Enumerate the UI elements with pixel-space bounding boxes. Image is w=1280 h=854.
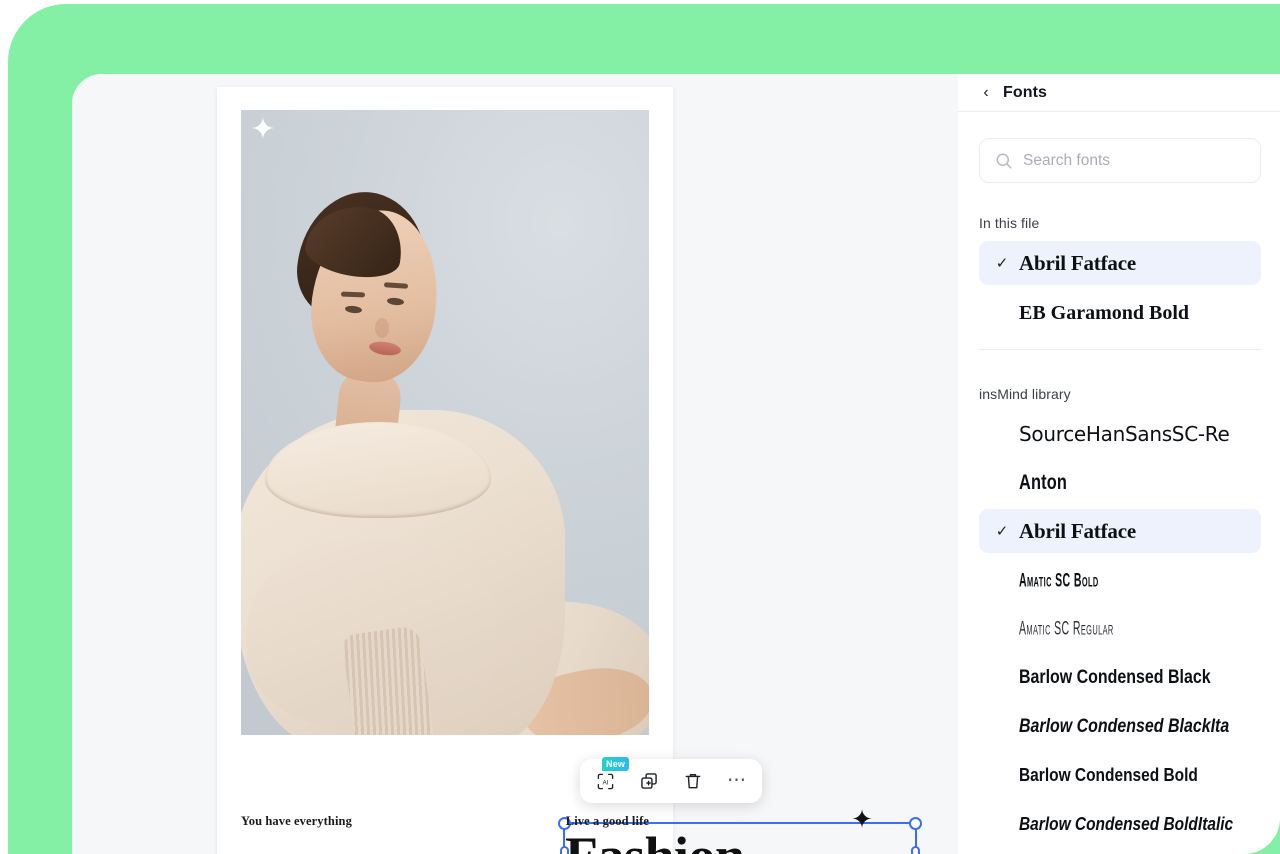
group-label-in-this-file: In this file xyxy=(979,215,1040,231)
resize-handle-middle-left[interactable] xyxy=(560,846,569,854)
font-name-label: EB Garamond Bold xyxy=(1019,301,1190,324)
font-name-label: Barlow Condensed Black xyxy=(1019,667,1211,688)
check-icon: ✓ xyxy=(995,523,1009,540)
resize-handle-top-right[interactable] xyxy=(909,817,922,830)
font-list-item[interactable]: ✓ Abril Fatface xyxy=(979,241,1261,285)
chevron-left-icon[interactable]: ‹ xyxy=(978,84,994,101)
sparkle-star-icon: ✦ xyxy=(250,113,276,146)
svg-text:AI: AI xyxy=(602,779,608,786)
group-label-insmind-library: insMind library xyxy=(979,386,1071,402)
font-list-item[interactable]: ✓Amatic SC Regular xyxy=(979,607,1261,651)
font-list-item[interactable]: ✓ Abril Fatface xyxy=(979,509,1261,553)
resize-handle-middle-right[interactable] xyxy=(911,846,920,854)
font-list-item[interactable]: ✓Barlow Condensed BoldItalic xyxy=(979,802,1261,846)
font-name-label: Abril Fatface xyxy=(1019,250,1136,275)
fonts-panel: ‹ Fonts In this file insMind library xyxy=(958,74,1280,854)
font-list-item[interactable]: ✓Amatic SC Bold xyxy=(979,559,1261,603)
editor-canvas-area[interactable]: ✦ AI New ⋯ ✦ You have everything Live a … xyxy=(72,74,958,854)
search-box[interactable] xyxy=(979,138,1261,183)
photo-brow-left xyxy=(340,291,366,298)
photo-nose xyxy=(375,318,389,338)
font-list-item[interactable]: ✓Barlow Condensed Black xyxy=(979,656,1261,700)
canvas-photo[interactable]: ✦ xyxy=(241,110,649,735)
sparkle-star-icon: ✦ xyxy=(851,804,873,834)
font-name-label: Abril Fatface xyxy=(1019,518,1136,543)
element-toolbar[interactable]: AI New ⋯ xyxy=(580,757,762,803)
font-name-label: Anton xyxy=(1019,471,1068,494)
search-icon xyxy=(994,151,1014,171)
caption-row[interactable]: You have everything Live a good life xyxy=(241,814,649,829)
caption-right[interactable]: Live a good life xyxy=(566,814,649,829)
section-divider xyxy=(979,349,1261,350)
more-options-icon[interactable]: ⋯ xyxy=(722,766,752,796)
caption-left[interactable]: You have everything xyxy=(241,814,352,829)
font-list-item[interactable]: ✓EB Garamond Bold xyxy=(979,291,1261,335)
font-name-label: Barlow Condensed Bold xyxy=(1019,764,1198,785)
search-input[interactable] xyxy=(1023,151,1246,170)
design-canvas[interactable]: ✦ AI New ⋯ ✦ You have everything Live a … xyxy=(217,87,922,854)
font-name-label: SourceHanSansSC-Re xyxy=(1019,422,1230,446)
screenshot-root: ✦ AI New ⋯ ✦ You have everything Live a … xyxy=(0,0,1280,854)
font-list-item[interactable]: ✓Barlow Condensed BlackIta xyxy=(979,705,1261,749)
font-name-label: Amatic SC Bold xyxy=(1019,569,1099,592)
font-name-label: Amatic SC Regular xyxy=(1019,617,1114,640)
ai-magic-icon[interactable]: AI New xyxy=(590,757,630,796)
page-title: Fonts xyxy=(1003,83,1048,101)
trash-icon[interactable] xyxy=(678,766,708,796)
panel-body: In this file insMind library ✓ Abril Fatf… xyxy=(958,112,1280,854)
new-badge: New xyxy=(602,757,630,771)
panel-header: ‹ Fonts xyxy=(958,74,1280,112)
font-name-label: Barlow Condensed BlackIta xyxy=(1019,716,1230,737)
font-list-item[interactable]: ✓Anton xyxy=(979,461,1261,505)
font-name-label: Barlow Condensed BoldItalic xyxy=(1019,813,1234,834)
app-window: ✦ AI New ⋯ ✦ You have everything Live a … xyxy=(72,74,1280,854)
duplicate-icon[interactable] xyxy=(634,766,664,796)
font-list-item[interactable]: ✓SourceHanSansSC-Re xyxy=(979,412,1261,456)
check-icon: ✓ xyxy=(995,255,1009,272)
font-list-item[interactable]: ✓Barlow Condensed Bold xyxy=(979,753,1261,797)
